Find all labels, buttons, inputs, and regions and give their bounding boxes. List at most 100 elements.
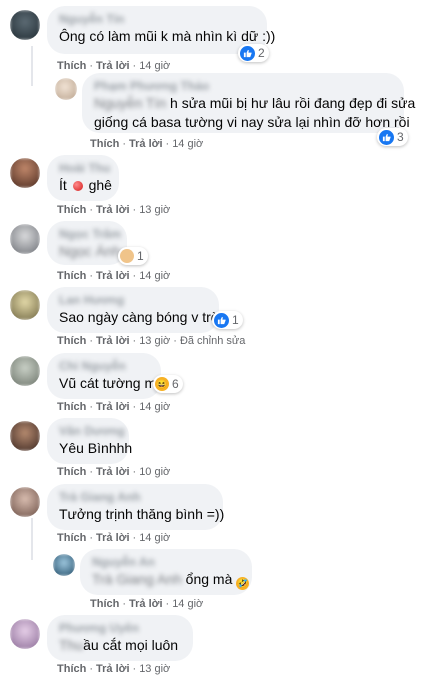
reaction-badge[interactable]: 2 xyxy=(238,44,269,62)
red-balloon-emoji-icon xyxy=(72,181,83,191)
commenter-name[interactable]: Ngọc Trâm xyxy=(59,227,121,242)
avatar[interactable] xyxy=(10,421,40,451)
comment-actions: Thích · Trả lời · 13 giờ xyxy=(57,663,171,675)
reaction-badge[interactable]: 1 xyxy=(212,311,243,329)
comment-text: Ông có làm mũi k mà nhìn kì dữ :)) xyxy=(59,28,276,44)
timestamp[interactable]: 13 giờ xyxy=(139,663,170,675)
timestamp[interactable]: 14 giờ xyxy=(139,401,170,413)
commenter-name[interactable]: Nguyễn An xyxy=(92,555,240,570)
reaction-count: 1 xyxy=(232,313,239,327)
thread-line xyxy=(31,46,33,86)
timestamp[interactable]: 13 giờ xyxy=(139,204,170,216)
edited-label[interactable]: Đã chỉnh sửa xyxy=(180,335,245,347)
avatar[interactable] xyxy=(10,290,40,320)
reply-button[interactable]: Trả lời xyxy=(129,598,163,610)
comment-actions: Thích · Trả lời · 14 giờ xyxy=(57,270,171,282)
comment-bubble: Nguyễn An Trà Giang Anh ổng mà 🤣 xyxy=(80,549,252,595)
comment-bubble: Trà Giang Anh Tưởng trịnh thăng bình =)) xyxy=(47,484,225,530)
comment-text: Ngọc Ánh xyxy=(59,242,120,261)
avatar[interactable] xyxy=(55,78,77,100)
comment-actions: Thích · Trả lời · 14 giờ xyxy=(90,138,204,150)
comment-text: Thuầu cắt mọi luôn xyxy=(59,637,179,653)
comment-text: Yêu Bìnhhh xyxy=(59,440,133,456)
timestamp[interactable]: 14 giờ xyxy=(139,270,170,282)
commenter-name[interactable]: Vân Dương xyxy=(59,424,125,439)
avatar[interactable] xyxy=(10,224,40,254)
avatar[interactable] xyxy=(53,554,75,576)
reaction-count: 2 xyxy=(258,46,265,60)
comment-actions: Thích · Trả lời · 14 giờ xyxy=(57,532,171,544)
timestamp[interactable]: 10 giờ xyxy=(139,466,170,478)
comment-text: Tưởng trịnh thăng bình =)) xyxy=(59,506,225,522)
comment-bubble: Phương Uyên Thuầu cắt mọi luôn xyxy=(47,615,193,661)
timestamp[interactable]: 14 giờ xyxy=(172,598,203,610)
timestamp[interactable]: 13 giờ xyxy=(139,335,170,347)
reaction-badge[interactable]: 3 xyxy=(377,128,408,146)
like-icon xyxy=(240,45,255,61)
reply-button[interactable]: Trả lời xyxy=(96,60,130,72)
reaction-badge[interactable]: 😆 6 xyxy=(153,375,183,393)
like-icon xyxy=(214,312,229,328)
mention-tag[interactable]: Trà Giang Anh xyxy=(92,571,182,587)
mention-tag[interactable]: Ngọc Ánh xyxy=(59,243,120,259)
reply-button[interactable]: Trả lời xyxy=(96,532,130,544)
timestamp[interactable]: 14 giờ xyxy=(139,532,170,544)
like-button[interactable]: Thích xyxy=(57,401,86,413)
timestamp[interactable]: 14 giờ xyxy=(139,60,170,72)
timestamp[interactable]: 14 giờ xyxy=(172,138,203,150)
comment-actions: Thích · Trả lời · 13 giờ · Đã chỉnh sửa xyxy=(57,335,246,347)
avatar[interactable] xyxy=(10,487,40,517)
reply-button[interactable]: Trả lời xyxy=(96,335,130,347)
commenter-name[interactable]: Phương Uyên xyxy=(59,621,181,636)
reply-button[interactable]: Trả lời xyxy=(96,270,130,282)
reaction-badge[interactable]: 1 xyxy=(118,247,148,265)
reply-button[interactable]: Trả lời xyxy=(129,138,163,150)
commenter-name[interactable]: Nguyễn Tín xyxy=(59,12,255,27)
comment-actions: Thích · Trả lời · 10 giờ xyxy=(57,466,171,478)
comment-text: Nguyễn Tín h sửa mũi bị hư lâu rồi đang … xyxy=(94,95,416,111)
like-button[interactable]: Thích xyxy=(57,532,86,544)
comment-bubble: Hoài Thu Ít ghê xyxy=(47,155,119,201)
reply-button[interactable]: Trả lời xyxy=(96,466,130,478)
comment-text: Trà Giang Anh ổng mà 🤣 xyxy=(92,571,250,590)
comment-actions: Thích · Trả lời · 14 giờ xyxy=(57,60,171,72)
reaction-count: 6 xyxy=(172,377,179,391)
commenter-name[interactable]: Chi Nguyễn xyxy=(59,359,149,374)
avatar[interactable] xyxy=(10,356,40,386)
like-button[interactable]: Thích xyxy=(57,270,86,282)
reply-button[interactable]: Trả lời xyxy=(96,204,130,216)
commenter-name[interactable]: Trà Giang Anh xyxy=(59,490,211,505)
comment-bubble: Nguyễn Tín Ông có làm mũi k mà nhìn kì d… xyxy=(47,6,276,54)
like-button[interactable]: Thích xyxy=(57,204,86,216)
rofl-emoji-icon: 🤣 xyxy=(236,577,250,590)
avatar[interactable] xyxy=(10,10,40,40)
comment-text: Sao ngày càng bóng v trời xyxy=(59,309,224,325)
haha-emoji-icon: 😆 xyxy=(155,377,169,391)
like-button[interactable]: Thích xyxy=(90,598,119,610)
avatar[interactable] xyxy=(10,619,40,649)
like-button[interactable]: Thích xyxy=(57,335,86,347)
comment-bubble: Chi Nguyễn Vũ cát tường mà xyxy=(47,353,164,399)
comment-actions: Thích · Trả lời · 14 giờ xyxy=(90,598,204,610)
comment-bubble: Vân Dương Yêu Bìnhhh xyxy=(47,418,133,464)
comment-actions: Thích · Trả lời · 13 giờ xyxy=(57,204,171,216)
commenter-name[interactable]: Hoài Thu xyxy=(59,161,110,176)
like-button[interactable]: Thích xyxy=(57,60,86,72)
reply-button[interactable]: Trả lời xyxy=(96,663,130,675)
comment-bubble: Lan Hương Sao ngày càng bóng v trời xyxy=(47,287,224,333)
like-button[interactable]: Thích xyxy=(57,466,86,478)
mention-tag[interactable]: Nguyễn Tín xyxy=(94,95,166,111)
avatar[interactable] xyxy=(10,158,40,188)
commenter-name[interactable]: Phạm Phương Thảo xyxy=(94,79,392,94)
like-button[interactable]: Thích xyxy=(57,663,86,675)
thread-line xyxy=(31,518,33,560)
like-icon xyxy=(379,129,394,145)
comment-bubble: Ngọc Trâm Ngọc Ánh xyxy=(47,221,127,265)
comment-text-line2: giống cá basa tường vi nay sửa lại nhìn … xyxy=(94,114,410,130)
comment-bubble: Phạm Phương Thảo Nguyễn Tín h sửa mũi bị… xyxy=(82,73,416,133)
reaction-count: 1 xyxy=(137,249,144,263)
commenter-name[interactable]: Lan Hương xyxy=(59,293,207,308)
mention-tag[interactable]: Thu xyxy=(59,637,83,653)
reply-button[interactable]: Trả lời xyxy=(96,401,130,413)
like-button[interactable]: Thích xyxy=(90,138,119,150)
